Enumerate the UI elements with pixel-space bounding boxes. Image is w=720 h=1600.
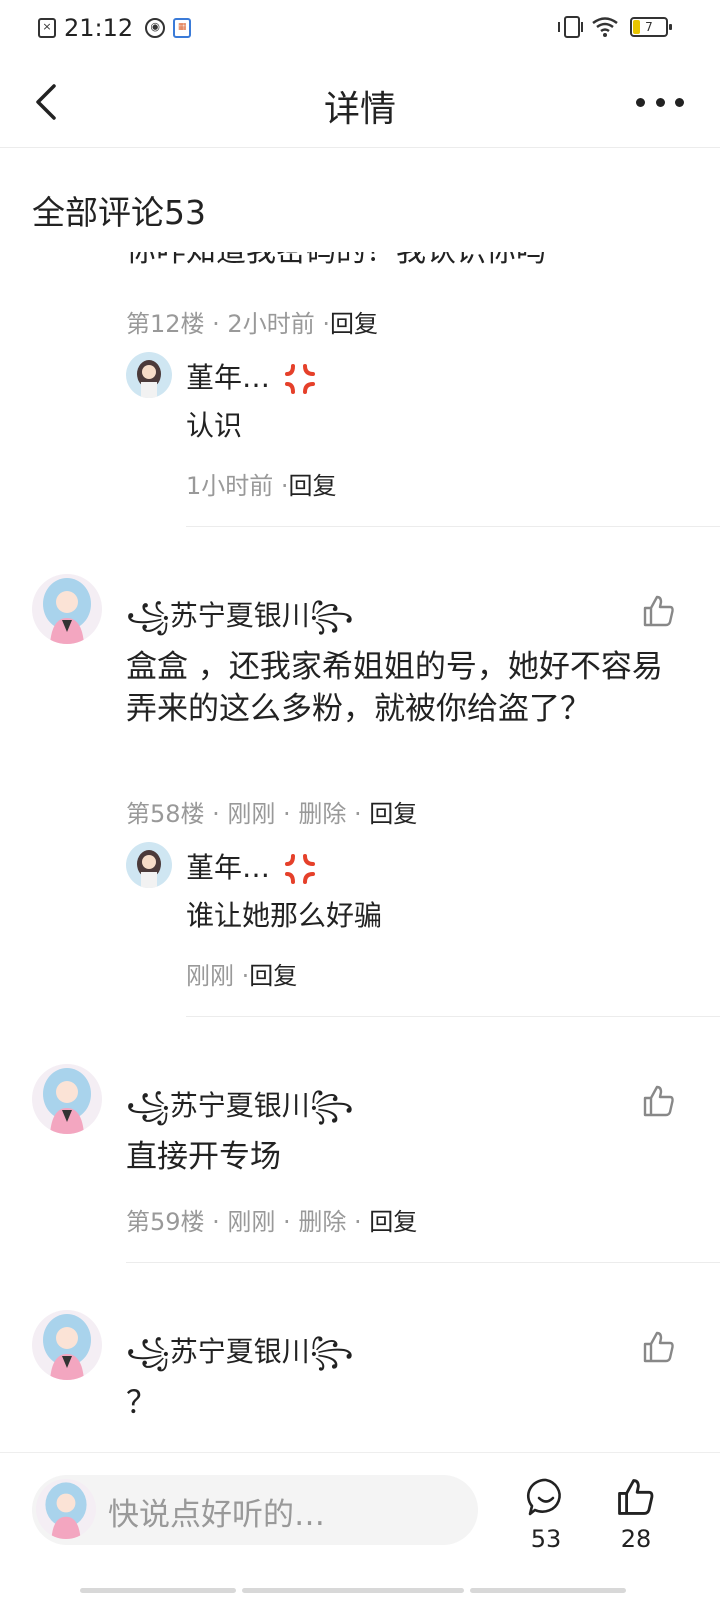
divider [186,526,720,527]
commenter-avatar[interactable] [32,1310,102,1380]
reply-link[interactable]: 回复 [369,800,417,828]
bottom-action-bar: 快说点好听的… 53 28 [0,1452,720,1600]
avatar-anime-icon [32,1064,102,1134]
avatar-girl-icon [126,352,172,398]
angry-emoji-icon [284,854,315,884]
reply-text: 谁让她那么好骗 [186,899,383,932]
reply-username[interactable]: 堇年… [186,356,317,396]
vibrate-icon [558,16,583,38]
reply-link[interactable]: 回复 [289,472,337,500]
thumbs-up-icon [618,1479,654,1515]
comment-text: 盒盒 ，还我家希姐姐的号，她好不容易弄来的这么多粉，就被你给盗了？ [126,649,663,727]
scroll-indicator [80,1588,236,1593]
more-menu-button[interactable] [636,90,684,114]
angry-emoji-icon [284,364,315,394]
thumbs-up-icon [643,595,674,627]
app-notification-icon: ▦ [173,18,192,38]
qq-icon: ◉ [145,18,166,38]
like-post-button[interactable]: 28 [606,1477,666,1553]
comments-count-heading: 全部评论53 [32,193,206,232]
reply-link[interactable]: 回复 [249,962,297,990]
reply-avatar[interactable] [126,352,172,398]
commenter-username[interactable]: ꧁苏宁夏银川꧂ [126,1084,353,1141]
divider [186,1016,720,1017]
reply-username[interactable]: 堇年… [186,846,317,886]
comment-input-placeholder: 快说点好听的… [108,1497,325,1533]
comment-meta: 第59楼 · 刚刚 · 删除 · 回复 [126,1208,418,1236]
more-dot-icon [655,97,665,107]
reply-meta: 刚刚 ·回复 [186,962,298,990]
comment-meta: 第12楼 · 2小时前 ·回复 [126,310,378,338]
avatar-anime-icon [32,1310,102,1380]
reply-link[interactable]: 回复 [330,310,378,338]
delete-link[interactable]: 删除 [298,800,346,828]
thumbs-up-icon [643,1085,674,1117]
comment-text: ？ [126,1385,157,1421]
scroll-indicator [242,1588,464,1593]
comments-button[interactable]: 53 [516,1477,576,1553]
like-count: 28 [620,1525,652,1553]
reply-text: 认识 [186,409,243,442]
like-button[interactable] [642,1084,676,1118]
wifi-icon [592,17,618,37]
status-time: 21:12 [64,14,134,42]
battery-icon: 7 [630,17,672,37]
commenter-avatar[interactable] [32,574,102,644]
top-header: 详情 [0,60,720,148]
scroll-indicator [470,1588,626,1593]
more-dot-icon [675,97,684,107]
reply-meta: 1小时前 ·回复 [186,472,337,500]
comment-text: 直接开专场 [126,1139,281,1175]
divider [126,1262,720,1263]
reply-avatar[interactable] [126,842,172,888]
avatar-anime-icon [32,574,102,644]
like-button[interactable] [642,1330,676,1364]
sim-off-icon: × [38,18,56,38]
avatar-anime-icon [36,1479,96,1539]
thumbs-up-icon [643,1331,674,1363]
more-dot-icon [636,97,645,107]
commenter-username[interactable]: ꧁苏宁夏银川꧂ [126,1330,353,1387]
comment-bubble-icon [527,1478,561,1516]
comment-input[interactable]: 快说点好听的… [32,1475,478,1545]
avatar-girl-icon [126,842,172,888]
battery-level: 7 [645,20,653,34]
status-bar: × 21:12 ◉ ▦ 7 [0,0,720,56]
commenter-avatar[interactable] [32,1064,102,1134]
my-avatar [36,1479,96,1539]
like-button[interactable] [642,594,676,628]
clipped-comment-text: 你咋知道我密码的？我认识你吗 [126,252,546,274]
page-title: 详情 [323,89,396,130]
commenter-username[interactable]: ꧁苏宁夏银川꧂ [126,594,353,651]
reply-link[interactable]: 回复 [369,1208,417,1236]
delete-link[interactable]: 删除 [298,1208,346,1236]
comment-count: 53 [530,1525,562,1553]
comment-meta: 第58楼 · 刚刚 · 删除 · 回复 [126,800,418,828]
